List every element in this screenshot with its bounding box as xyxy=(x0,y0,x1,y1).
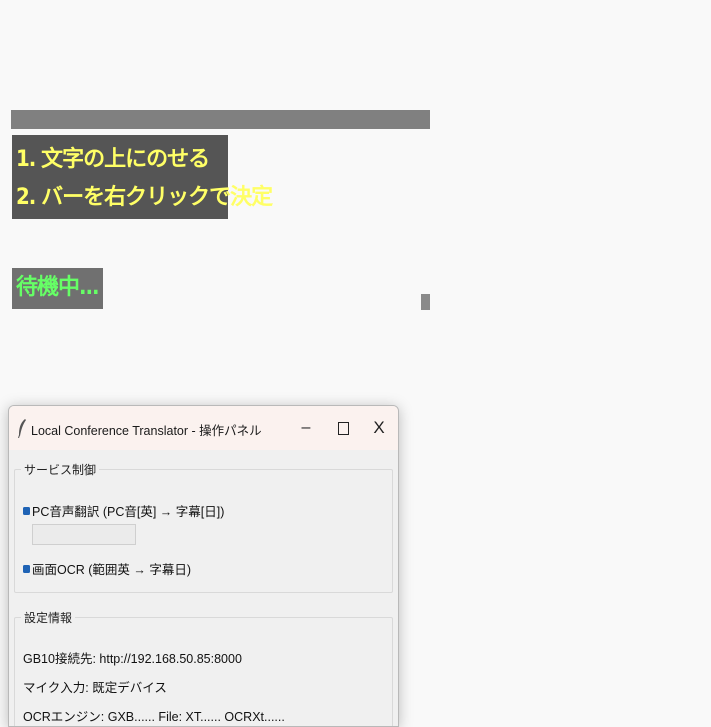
checkbox-checked-icon[interactable] xyxy=(23,506,30,515)
close-icon: X xyxy=(373,418,385,437)
minimize-button[interactable]: – xyxy=(288,414,324,442)
service-control-group: サービス制御 PC音声翻訳 (PC音[英] → 字幕[日]) 画面OCR (範囲… xyxy=(14,461,393,593)
overlay-drag-bar[interactable] xyxy=(11,110,430,129)
screen-ocr-label: 画面OCR (範囲英 → 字幕日) xyxy=(32,563,192,577)
pc-audio-label: PC音声翻訳 (PC音[英] → 字幕[日]) xyxy=(32,505,225,519)
control-panel-window: Local Conference Translator - 操作パネル – X … xyxy=(8,405,399,727)
checkbox-checked-icon[interactable] xyxy=(23,564,30,573)
window-title: Local Conference Translator - 操作パネル xyxy=(31,424,262,438)
overlay-status: 待機中... xyxy=(12,268,103,309)
instruction-line-1: 1. 文字の上にのせる xyxy=(16,147,210,172)
overlay-instructions: 1. 文字の上にのせる 2. バーを右クリックで決定 xyxy=(12,135,273,219)
screen-ocr-checkbox[interactable]: 画面OCR (範囲英 → 字幕日) xyxy=(23,559,191,578)
maximize-icon xyxy=(337,421,349,435)
maximize-button[interactable] xyxy=(325,414,361,442)
pc-audio-checkbox[interactable]: PC音声翻訳 (PC音[英] → 字幕[日]) xyxy=(23,501,224,520)
mic-input-text: マイク入力: 既定デバイス xyxy=(23,681,167,695)
overlay-resize-handle[interactable] xyxy=(421,294,430,310)
pc-audio-device-field[interactable] xyxy=(32,524,136,545)
ocr-engine-text: OCRエンジン: GXB...... File: XT...... OCRXt.… xyxy=(23,710,285,724)
settings-info-label: 設定情報 xyxy=(21,609,76,626)
service-control-label: サービス制御 xyxy=(21,461,100,478)
close-button[interactable]: X xyxy=(361,414,397,442)
gb10-endpoint-text: GB10接続先: http://192.168.50.85:8000 xyxy=(23,652,242,666)
title-bar[interactable]: Local Conference Translator - 操作パネル – X xyxy=(9,406,398,450)
instruction-line-2: 2. バーを右クリックで決定 xyxy=(16,185,273,210)
minimize-icon: – xyxy=(301,419,311,436)
feather-icon xyxy=(18,419,26,438)
